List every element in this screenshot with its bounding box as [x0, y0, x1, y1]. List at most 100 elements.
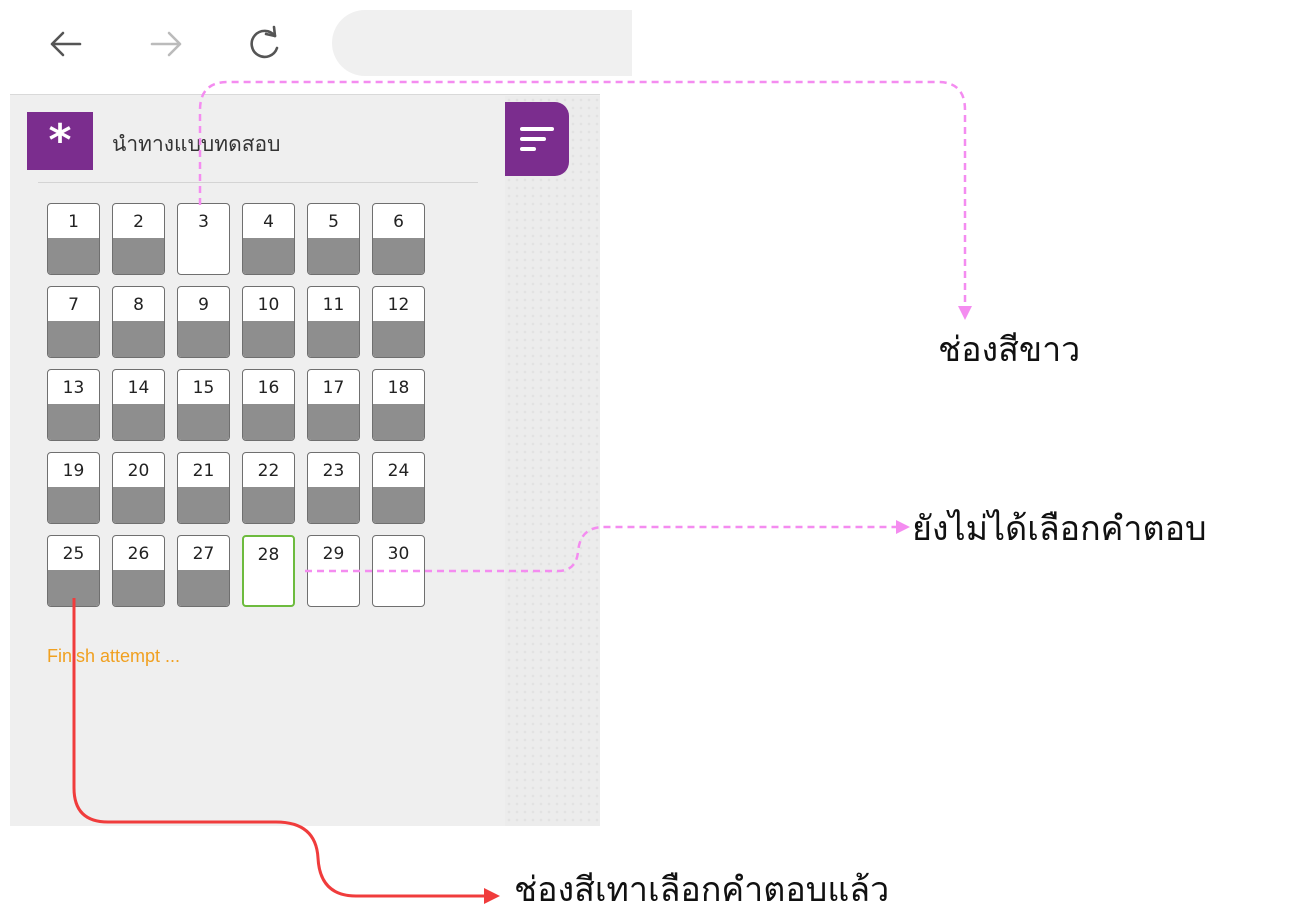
- back-button[interactable]: [42, 20, 90, 68]
- question-12-button[interactable]: 12: [372, 286, 425, 358]
- question-number: 23: [322, 461, 345, 481]
- question-19-button[interactable]: 19: [47, 452, 100, 524]
- question-22-button[interactable]: 22: [242, 452, 295, 524]
- question-number: 5: [328, 212, 339, 232]
- question-15-button[interactable]: 15: [177, 369, 230, 441]
- question-number: 4: [263, 212, 274, 232]
- answered-fill: [243, 321, 294, 357]
- answered-fill: [113, 404, 164, 440]
- forward-button[interactable]: [142, 20, 190, 68]
- question-number: 10: [257, 295, 280, 315]
- answered-annotation: ช่องสีเทาเลือกคำตอบแล้ว: [514, 870, 890, 910]
- question-number: 26: [127, 544, 150, 564]
- question-2-button[interactable]: 2: [112, 203, 165, 275]
- address-bar[interactable]: [332, 10, 632, 76]
- question-10-button[interactable]: 10: [242, 286, 295, 358]
- arrow-right-icon: [150, 31, 182, 57]
- asterisk-icon: *: [27, 112, 93, 170]
- answered-fill: [178, 487, 229, 523]
- reload-button[interactable]: [240, 20, 288, 68]
- menu-lines-icon: [520, 127, 554, 131]
- question-number: 21: [192, 461, 215, 481]
- answered-fill: [373, 321, 424, 357]
- question-number: 20: [127, 461, 150, 481]
- question-16-button[interactable]: 16: [242, 369, 295, 441]
- divider: [38, 182, 478, 183]
- question-number: 12: [387, 295, 410, 315]
- question-number: 17: [322, 378, 345, 398]
- answered-fill: [373, 487, 424, 523]
- question-13-button[interactable]: 13: [47, 369, 100, 441]
- answered-fill: [178, 404, 229, 440]
- question-number: 3: [198, 212, 209, 232]
- answered-fill: [48, 404, 99, 440]
- menu-toggle-button[interactable]: [505, 102, 569, 176]
- question-9-button[interactable]: 9: [177, 286, 230, 358]
- question-number: 15: [192, 378, 215, 398]
- question-number: 11: [322, 295, 345, 315]
- answered-fill: [113, 570, 164, 606]
- answered-fill: [308, 487, 359, 523]
- arrow-left-icon: [50, 31, 82, 57]
- question-17-button[interactable]: 17: [307, 369, 360, 441]
- question-6-button[interactable]: 6: [372, 203, 425, 275]
- question-number: 27: [192, 544, 215, 564]
- unanswered-arrowhead: [896, 520, 910, 534]
- question-28-button[interactable]: 28: [242, 535, 295, 607]
- question-20-button[interactable]: 20: [112, 452, 165, 524]
- question-3-button[interactable]: 3: [177, 203, 230, 275]
- question-26-button[interactable]: 26: [112, 535, 165, 607]
- gray-box-arrowhead: [484, 888, 500, 904]
- question-number: 6: [393, 212, 404, 232]
- question-5-button[interactable]: 5: [307, 203, 360, 275]
- question-number: 25: [62, 544, 85, 564]
- question-number: 13: [62, 378, 85, 398]
- answered-fill: [373, 404, 424, 440]
- answered-fill: [308, 238, 359, 274]
- question-1-button[interactable]: 1: [47, 203, 100, 275]
- question-11-button[interactable]: 11: [307, 286, 360, 358]
- answered-fill: [113, 487, 164, 523]
- answered-fill: [113, 321, 164, 357]
- question-number: 14: [127, 378, 150, 398]
- white-box-annotation: ช่องสีขาว: [938, 330, 1081, 370]
- question-21-button[interactable]: 21: [177, 452, 230, 524]
- reload-icon: [250, 25, 279, 59]
- question-number: 9: [198, 295, 209, 315]
- question-number: 24: [387, 461, 410, 481]
- answered-fill: [308, 404, 359, 440]
- answered-fill: [113, 238, 164, 274]
- question-4-button[interactable]: 4: [242, 203, 295, 275]
- question-number: 18: [387, 378, 410, 398]
- finish-attempt-link[interactable]: Finish attempt ...: [47, 646, 180, 667]
- question-25-button[interactable]: 25: [47, 535, 100, 607]
- question-grid: 1 2 3 4 5 6 7 8 9 10 11 12 13 14 15 16 17 18 19 20 21 22 23 24 2…: [47, 203, 437, 607]
- white-box-arrowhead: [958, 306, 972, 320]
- question-number: 1: [68, 212, 79, 232]
- question-number: 29: [322, 544, 345, 564]
- question-23-button[interactable]: 23: [307, 452, 360, 524]
- answered-fill: [243, 487, 294, 523]
- question-14-button[interactable]: 14: [112, 369, 165, 441]
- browser-toolbar: [0, 0, 632, 92]
- answered-fill: [243, 404, 294, 440]
- question-8-button[interactable]: 8: [112, 286, 165, 358]
- menu-lines-icon: [520, 147, 536, 151]
- question-24-button[interactable]: 24: [372, 452, 425, 524]
- question-number: 7: [68, 295, 79, 315]
- unanswered-annotation: ยังไม่ได้เลือกคำตอบ: [912, 509, 1207, 549]
- question-number: 30: [387, 544, 410, 564]
- answered-fill: [373, 238, 424, 274]
- answered-fill: [48, 487, 99, 523]
- question-27-button[interactable]: 27: [177, 535, 230, 607]
- quiz-navigation-title: นำทางแบบทดสอบ: [112, 132, 281, 156]
- question-number: 8: [133, 295, 144, 315]
- answered-fill: [48, 321, 99, 357]
- answered-fill: [308, 321, 359, 357]
- question-29-button[interactable]: 29: [307, 535, 360, 607]
- question-number: 28: [257, 545, 280, 565]
- question-7-button[interactable]: 7: [47, 286, 100, 358]
- question-18-button[interactable]: 18: [372, 369, 425, 441]
- page-background-strip: [505, 96, 600, 826]
- question-30-button[interactable]: 30: [372, 535, 425, 607]
